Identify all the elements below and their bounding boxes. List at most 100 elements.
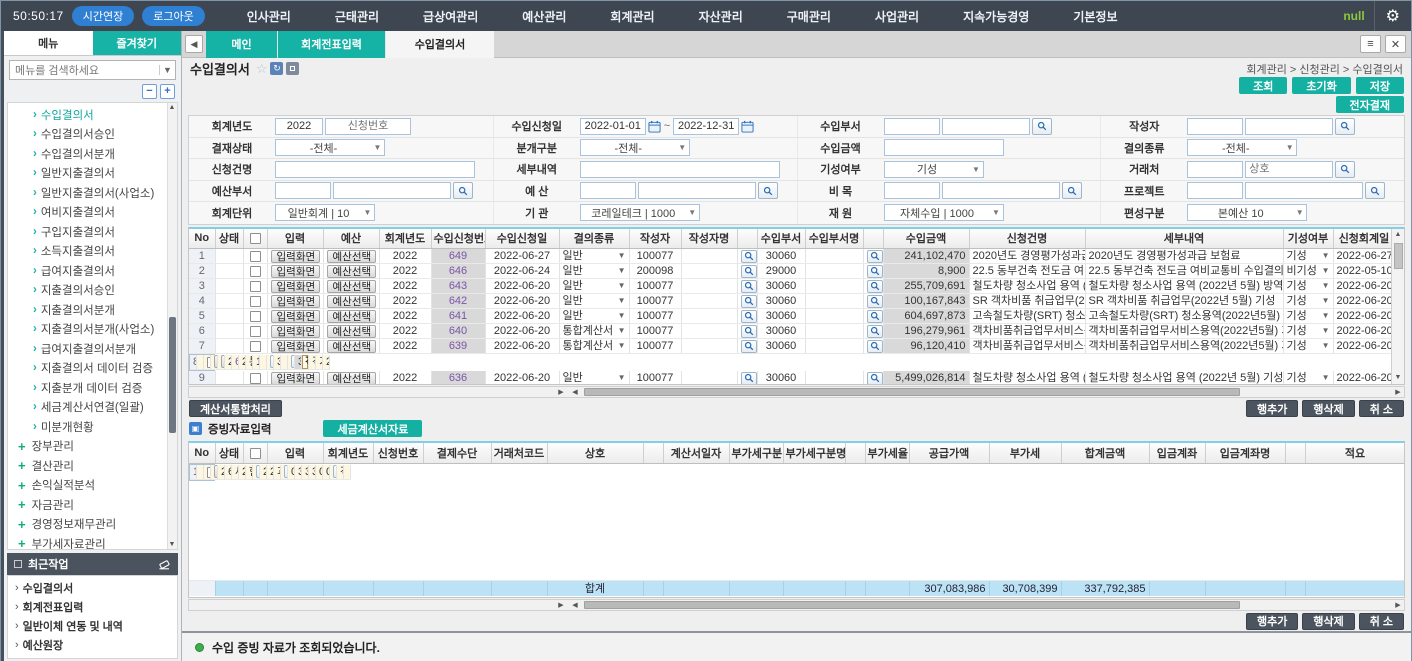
search-icon[interactable] <box>1335 161 1355 178</box>
row-checkbox[interactable] <box>250 281 261 292</box>
cell-chk[interactable] <box>243 279 267 294</box>
cell-chk[interactable] <box>243 249 267 264</box>
gisung-cell-select[interactable]: 기성▼ <box>1287 309 1330 323</box>
input-screen-button[interactable]: 입력화면 <box>267 279 323 294</box>
sidebar-item[interactable]: +자금관리 <box>8 495 177 515</box>
hscroll-thumb[interactable] <box>584 601 1240 609</box>
budget-select-button[interactable]: 예산선택 <box>323 324 379 339</box>
budget-select-button[interactable]: 예산선택 <box>327 372 376 385</box>
account-unit-select[interactable]: 일반회계 | 10▼ <box>275 204 375 221</box>
select-all-checkbox[interactable] <box>250 233 261 244</box>
search-icon[interactable] <box>1365 182 1385 199</box>
gisung-cell-select[interactable]: 기성▼ <box>1287 324 1330 338</box>
project-name-input[interactable] <box>1245 182 1363 199</box>
row-checkbox[interactable] <box>250 326 261 337</box>
sidebar-item[interactable]: +부가세자료관리 <box>8 534 177 550</box>
input-screen-button[interactable]: 입력화면 <box>267 324 323 339</box>
chevron-down-icon[interactable]: ▼ <box>159 65 175 75</box>
decision-type-cell-select[interactable]: 일반▼ <box>559 279 629 294</box>
input-screen-button[interactable]: 입력화면 <box>211 355 218 370</box>
cell-s1[interactable] <box>737 294 757 309</box>
search-icon[interactable] <box>741 280 757 293</box>
table-row[interactable]: 1입력화면예산선택20226492022-06-27일반▼10007730060… <box>189 249 1395 264</box>
decision-type-cell-select[interactable]: 통합계산서▼ <box>563 324 626 338</box>
search-icon[interactable] <box>741 250 757 263</box>
favorite-star-icon[interactable]: ☆ <box>256 61 268 77</box>
journal-type-select[interactable]: -전체-▼ <box>580 139 690 156</box>
budget-select-button[interactable]: 예산선택 <box>327 280 376 293</box>
table-row[interactable]: 2입력화면예산선택20226462022-06-24일반▼20009829000… <box>189 264 1395 279</box>
gisung-cell-select[interactable]: 기성▼ <box>1283 309 1333 324</box>
gisung-cell-select[interactable]: 기성▼ <box>316 355 323 370</box>
scroll-down-icon[interactable]: ▼ <box>168 541 176 548</box>
cell-s2[interactable] <box>863 294 883 309</box>
table-row[interactable]: 8입력화면예산선택20226382022-06-20통합계산서▼10007730… <box>189 354 215 371</box>
reset-button[interactable]: 초기화 <box>1292 77 1350 94</box>
cell-chk[interactable] <box>243 324 267 339</box>
delete-row-button[interactable]: 행삭제 <box>1302 400 1354 417</box>
fund-source-select[interactable]: 자체수입 | 1000▼ <box>884 204 1004 221</box>
search-icon[interactable] <box>867 280 883 293</box>
search-icon[interactable] <box>867 340 883 353</box>
scroll-right-icon[interactable]: ▶ <box>555 387 567 397</box>
decision-type-cell-select[interactable]: 일반▼ <box>559 249 629 264</box>
decision-type-cell-select[interactable]: 일반▼ <box>559 309 629 324</box>
invoice-merge-button[interactable]: 계산서통합처리 <box>189 400 282 417</box>
gear-icon[interactable]: ⚙ <box>1374 1 1411 31</box>
sidebar-item[interactable]: ›일반지출결의서 <box>8 164 177 184</box>
e-approval-button[interactable]: 전자결재 <box>1336 96 1404 113</box>
sidebar-item[interactable]: ›지출결의서승인 <box>8 281 177 301</box>
cell-chk[interactable] <box>243 309 267 324</box>
cell-s1[interactable] <box>267 355 274 370</box>
table-row[interactable]: 1입력화면2022638세금계산서/...23500한국철도공사2022-05-… <box>189 464 215 481</box>
input-screen-button[interactable]: 입력화면 <box>211 465 218 480</box>
row-checkbox[interactable] <box>250 311 261 322</box>
cell-s1[interactable] <box>737 371 757 385</box>
decision-type-cell-select[interactable]: 일반▼ <box>563 309 626 323</box>
vendor-code-input[interactable] <box>1187 161 1243 178</box>
decision-type-cell-select[interactable]: 통합계산서▼ <box>559 324 629 339</box>
writer-name-input[interactable] <box>1245 118 1333 135</box>
gisung-cell-select[interactable]: 기성▼ <box>1287 371 1330 384</box>
project-code-input[interactable] <box>1187 182 1243 199</box>
search-icon[interactable] <box>867 295 883 308</box>
sidebar-item[interactable]: ›세금계산서연결(일괄) <box>8 398 177 418</box>
input-screen-button[interactable]: 입력화면 <box>271 372 320 385</box>
sidebar-item[interactable]: ›지출결의서분개 <box>8 300 177 320</box>
cell-chk[interactable] <box>243 294 267 309</box>
sidebar-item[interactable]: ›지출결의서 데이터 검증 <box>8 359 177 379</box>
input-screen-button[interactable]: 입력화면 <box>267 264 323 279</box>
input-screen-button[interactable]: 입력화면 <box>271 325 320 338</box>
input-screen-button[interactable]: 입력화면 <box>267 294 323 309</box>
input-screen-button[interactable]: 입력화면 <box>267 249 323 264</box>
search-icon[interactable] <box>867 310 883 323</box>
budget-select-button[interactable]: 예산선택 <box>323 339 379 354</box>
scroll-down-icon[interactable]: ▼ <box>1395 372 1402 384</box>
sidebar-item[interactable]: +경영정보재무관리 <box>8 515 177 535</box>
input-screen-button[interactable]: 입력화면 <box>271 295 320 308</box>
date-from-input[interactable] <box>580 118 646 135</box>
scroll-right-icon[interactable]: ▶ <box>1392 600 1404 610</box>
income-dept-code-input[interactable] <box>884 118 940 135</box>
row-checkbox[interactable] <box>250 251 261 262</box>
search-icon[interactable] <box>741 340 757 353</box>
sidebar-item[interactable]: ›지출분개 데이터 검증 <box>8 378 177 398</box>
income-dept-name-input[interactable] <box>942 118 1030 135</box>
search-button[interactable]: 조회 <box>1239 77 1287 94</box>
budget-select-button[interactable]: 예산선택 <box>327 265 376 278</box>
date-to-input[interactable] <box>673 118 739 135</box>
cell-s1[interactable] <box>737 279 757 294</box>
decision-type-cell-select[interactable]: 일반▼ <box>563 264 626 278</box>
gisung-cell-select[interactable]: 기성▼ <box>1283 324 1333 339</box>
top-menu-item[interactable]: 회계관리 <box>610 8 654 25</box>
budget-select-button[interactable]: 예산선택 <box>218 355 225 370</box>
income-amount-input[interactable] <box>884 139 1004 156</box>
hscroll-thumb[interactable] <box>584 388 1240 396</box>
decision-type-cell-select[interactable]: 일반▼ <box>563 279 626 293</box>
search-icon[interactable] <box>741 265 757 278</box>
gisung-select[interactable]: 기성▼ <box>884 161 984 178</box>
sidebar-item[interactable]: +결산관리 <box>8 456 177 476</box>
row-checkbox[interactable] <box>250 341 261 352</box>
decision-type-cell-select[interactable]: 일반▼ <box>563 294 626 308</box>
gisung-cell-select[interactable]: 기성▼ <box>1283 279 1333 294</box>
